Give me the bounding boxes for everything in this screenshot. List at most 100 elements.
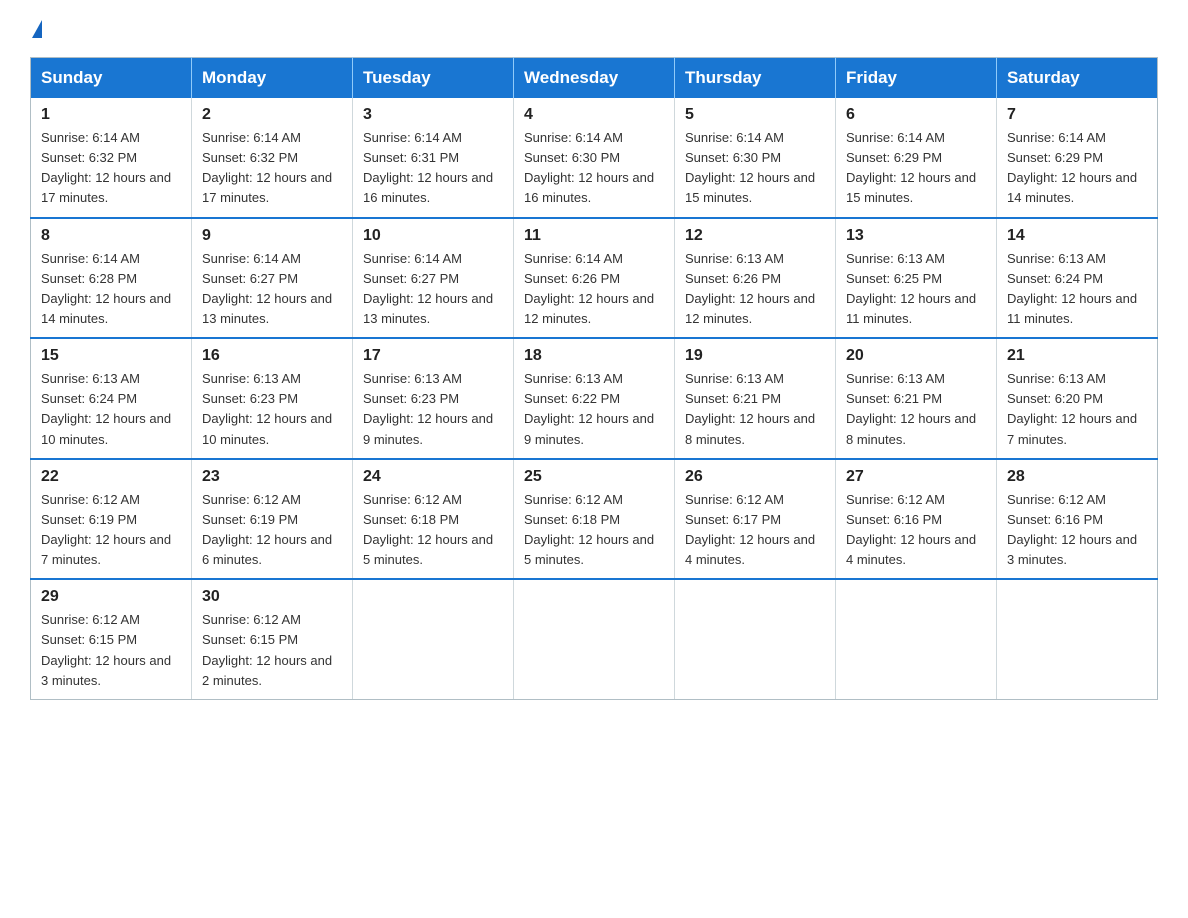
day-info: Sunrise: 6:13 AMSunset: 6:24 PMDaylight:… [41, 369, 181, 450]
day-number: 22 [41, 468, 181, 486]
day-info: Sunrise: 6:12 AMSunset: 6:18 PMDaylight:… [524, 490, 664, 571]
calendar-cell: 25Sunrise: 6:12 AMSunset: 6:18 PMDayligh… [514, 459, 675, 580]
calendar-cell: 5 Sunrise: 6:14 AMSunset: 6:30 PMDaylight… [675, 98, 836, 218]
logo-triangle-icon [32, 20, 42, 38]
calendar-cell: 24 Sunrise: 6:12 AMSunset: 6:18 PMDayligh… [353, 459, 514, 580]
weekday-header-row: SundayMondayTuesdayWednesdayThursdayFrid… [31, 58, 1158, 99]
day-info: Sunrise: 6:13 AMSunset: 6:20 PMDaylight:… [1007, 369, 1147, 450]
day-number: 27 [846, 468, 986, 486]
weekday-header-thursday: Thursday [675, 58, 836, 99]
day-number: 7 [1007, 106, 1147, 124]
day-info: Sunrise: 6:12 AMSunset: 6:19 PMDaylight:… [41, 490, 181, 571]
day-number: 17 [363, 347, 503, 365]
calendar-cell: 4 Sunrise: 6:14 AMSunset: 6:30 PMDaylight… [514, 98, 675, 218]
day-number: 26 [685, 468, 825, 486]
day-number: 21 [1007, 347, 1147, 365]
day-info: Sunrise: 6:12 AMSunset: 6:15 PMDaylight:… [41, 610, 181, 691]
calendar-cell: 14 Sunrise: 6:13 AMSunset: 6:24 PMDayligh… [997, 218, 1158, 339]
calendar-cell: 9Sunrise: 6:14 AMSunset: 6:27 PMDaylight… [192, 218, 353, 339]
calendar-cell: 13 Sunrise: 6:13 AMSunset: 6:25 PMDayligh… [836, 218, 997, 339]
weekday-header-monday: Monday [192, 58, 353, 99]
day-number: 18 [524, 347, 664, 365]
logo [30, 20, 42, 39]
day-number: 16 [202, 347, 342, 365]
calendar-cell: 1 Sunrise: 6:14 AMSunset: 6:32 PMDaylight… [31, 98, 192, 218]
day-info: Sunrise: 6:14 AMSunset: 6:32 PMDaylight:… [202, 128, 342, 209]
day-number: 23 [202, 468, 342, 486]
calendar-cell: 29 Sunrise: 6:12 AMSunset: 6:15 PMDayligh… [31, 579, 192, 699]
day-info: Sunrise: 6:12 AMSunset: 6:18 PMDaylight:… [363, 490, 503, 571]
calendar-cell: 16Sunrise: 6:13 AMSunset: 6:23 PMDayligh… [192, 338, 353, 459]
day-info: Sunrise: 6:13 AMSunset: 6:24 PMDaylight:… [1007, 249, 1147, 330]
calendar-cell: 18 Sunrise: 6:13 AMSunset: 6:22 PMDayligh… [514, 338, 675, 459]
calendar-cell [997, 579, 1158, 699]
day-number: 30 [202, 588, 342, 606]
calendar-cell: 7 Sunrise: 6:14 AMSunset: 6:29 PMDaylight… [997, 98, 1158, 218]
day-info: Sunrise: 6:13 AMSunset: 6:23 PMDaylight:… [363, 369, 503, 450]
day-number: 11 [524, 227, 664, 245]
day-info: Sunrise: 6:14 AMSunset: 6:29 PMDaylight:… [1007, 128, 1147, 209]
calendar-cell: 27 Sunrise: 6:12 AMSunset: 6:16 PMDayligh… [836, 459, 997, 580]
day-number: 20 [846, 347, 986, 365]
calendar-cell [353, 579, 514, 699]
calendar-week-row: 29 Sunrise: 6:12 AMSunset: 6:15 PMDayligh… [31, 579, 1158, 699]
calendar-week-row: 15 Sunrise: 6:13 AMSunset: 6:24 PMDayligh… [31, 338, 1158, 459]
day-number: 12 [685, 227, 825, 245]
calendar-cell: 3Sunrise: 6:14 AMSunset: 6:31 PMDaylight… [353, 98, 514, 218]
day-number: 13 [846, 227, 986, 245]
calendar-cell: 21 Sunrise: 6:13 AMSunset: 6:20 PMDayligh… [997, 338, 1158, 459]
day-number: 3 [363, 106, 503, 124]
calendar-cell: 23 Sunrise: 6:12 AMSunset: 6:19 PMDayligh… [192, 459, 353, 580]
day-info: Sunrise: 6:14 AMSunset: 6:27 PMDaylight:… [363, 249, 503, 330]
calendar-cell [675, 579, 836, 699]
calendar-cell: 8Sunrise: 6:14 AMSunset: 6:28 PMDaylight… [31, 218, 192, 339]
day-info: Sunrise: 6:12 AMSunset: 6:16 PMDaylight:… [846, 490, 986, 571]
calendar-cell: 15 Sunrise: 6:13 AMSunset: 6:24 PMDayligh… [31, 338, 192, 459]
calendar-cell: 17 Sunrise: 6:13 AMSunset: 6:23 PMDayligh… [353, 338, 514, 459]
day-number: 24 [363, 468, 503, 486]
day-info: Sunrise: 6:14 AMSunset: 6:32 PMDaylight:… [41, 128, 181, 209]
day-number: 10 [363, 227, 503, 245]
day-info: Sunrise: 6:13 AMSunset: 6:25 PMDaylight:… [846, 249, 986, 330]
day-info: Sunrise: 6:12 AMSunset: 6:16 PMDaylight:… [1007, 490, 1147, 571]
day-number: 6 [846, 106, 986, 124]
day-number: 4 [524, 106, 664, 124]
page-header [30, 20, 1158, 39]
calendar-cell: 12Sunrise: 6:13 AMSunset: 6:26 PMDayligh… [675, 218, 836, 339]
day-info: Sunrise: 6:13 AMSunset: 6:21 PMDaylight:… [846, 369, 986, 450]
day-info: Sunrise: 6:14 AMSunset: 6:28 PMDaylight:… [41, 249, 181, 330]
day-number: 14 [1007, 227, 1147, 245]
calendar-week-row: 8Sunrise: 6:14 AMSunset: 6:28 PMDaylight… [31, 218, 1158, 339]
day-info: Sunrise: 6:14 AMSunset: 6:30 PMDaylight:… [685, 128, 825, 209]
calendar-cell [836, 579, 997, 699]
calendar-cell: 10 Sunrise: 6:14 AMSunset: 6:27 PMDayligh… [353, 218, 514, 339]
calendar-week-row: 22 Sunrise: 6:12 AMSunset: 6:19 PMDayligh… [31, 459, 1158, 580]
day-number: 19 [685, 347, 825, 365]
day-number: 1 [41, 106, 181, 124]
day-info: Sunrise: 6:14 AMSunset: 6:29 PMDaylight:… [846, 128, 986, 209]
calendar-week-row: 1 Sunrise: 6:14 AMSunset: 6:32 PMDaylight… [31, 98, 1158, 218]
weekday-header-saturday: Saturday [997, 58, 1158, 99]
calendar-cell [514, 579, 675, 699]
day-number: 5 [685, 106, 825, 124]
day-number: 29 [41, 588, 181, 606]
day-info: Sunrise: 6:14 AMSunset: 6:27 PMDaylight:… [202, 249, 342, 330]
day-info: Sunrise: 6:14 AMSunset: 6:26 PMDaylight:… [524, 249, 664, 330]
calendar-cell: 30Sunrise: 6:12 AMSunset: 6:15 PMDayligh… [192, 579, 353, 699]
day-info: Sunrise: 6:12 AMSunset: 6:17 PMDaylight:… [685, 490, 825, 571]
calendar-cell: 22 Sunrise: 6:12 AMSunset: 6:19 PMDayligh… [31, 459, 192, 580]
day-info: Sunrise: 6:12 AMSunset: 6:19 PMDaylight:… [202, 490, 342, 571]
day-number: 2 [202, 106, 342, 124]
day-info: Sunrise: 6:13 AMSunset: 6:22 PMDaylight:… [524, 369, 664, 450]
day-info: Sunrise: 6:14 AMSunset: 6:30 PMDaylight:… [524, 128, 664, 209]
calendar-cell: 19 Sunrise: 6:13 AMSunset: 6:21 PMDayligh… [675, 338, 836, 459]
weekday-header-friday: Friday [836, 58, 997, 99]
day-info: Sunrise: 6:13 AMSunset: 6:21 PMDaylight:… [685, 369, 825, 450]
day-number: 15 [41, 347, 181, 365]
weekday-header-tuesday: Tuesday [353, 58, 514, 99]
calendar-cell: 20 Sunrise: 6:13 AMSunset: 6:21 PMDayligh… [836, 338, 997, 459]
weekday-header-wednesday: Wednesday [514, 58, 675, 99]
day-number: 28 [1007, 468, 1147, 486]
weekday-header-sunday: Sunday [31, 58, 192, 99]
calendar-cell: 28 Sunrise: 6:12 AMSunset: 6:16 PMDayligh… [997, 459, 1158, 580]
